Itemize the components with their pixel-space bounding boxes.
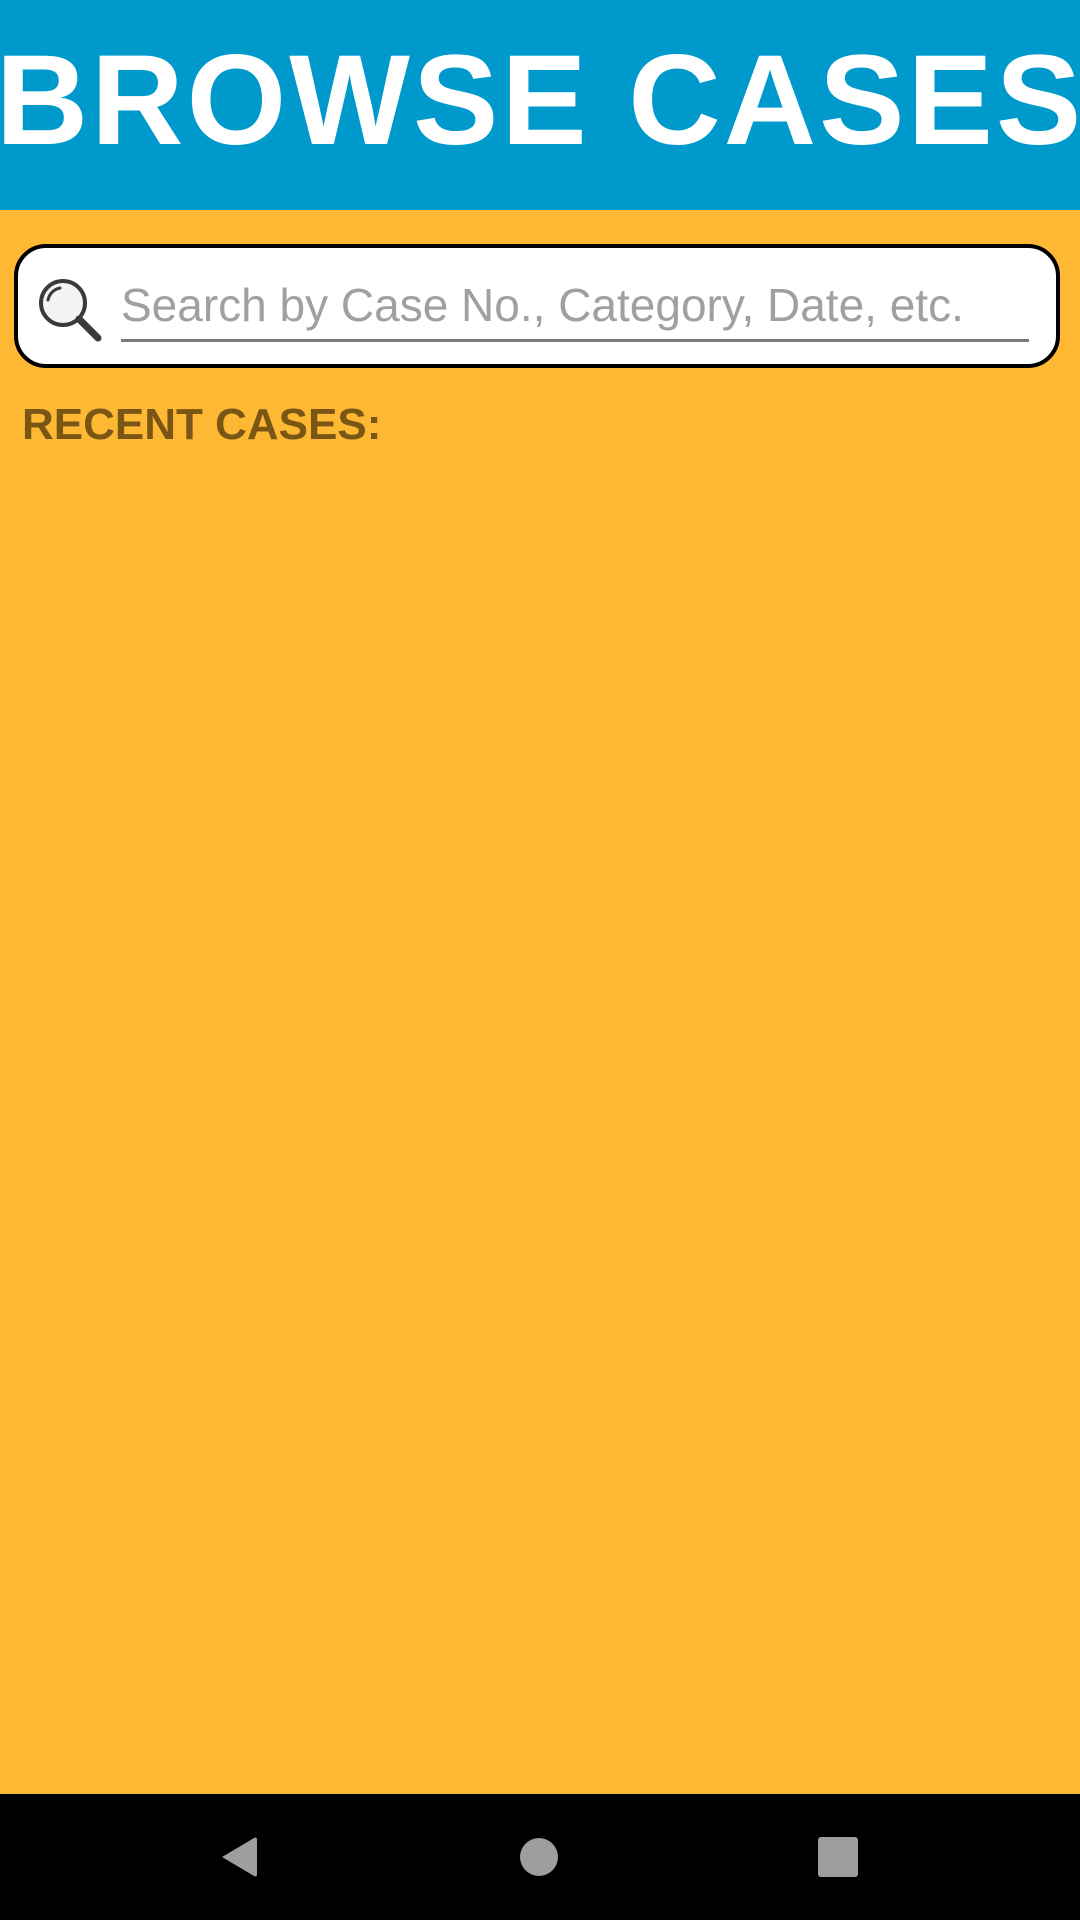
app-header: BROWSE CASES xyxy=(0,0,1080,210)
recents-icon xyxy=(818,1837,858,1877)
back-icon xyxy=(222,1837,257,1877)
home-icon xyxy=(520,1838,558,1876)
recent-cases-list xyxy=(0,470,1080,1790)
page-title: BROWSE CASES xyxy=(0,29,1080,172)
back-button[interactable] xyxy=(203,1821,275,1893)
system-navigation-bar xyxy=(0,1794,1080,1920)
home-button[interactable] xyxy=(503,1821,575,1893)
recent-cases-heading: RECENT CASES: xyxy=(22,400,382,449)
search-icon[interactable] xyxy=(34,274,106,346)
search-box[interactable] xyxy=(14,244,1060,368)
recents-button[interactable] xyxy=(802,1821,874,1893)
search-input[interactable] xyxy=(121,270,1029,342)
